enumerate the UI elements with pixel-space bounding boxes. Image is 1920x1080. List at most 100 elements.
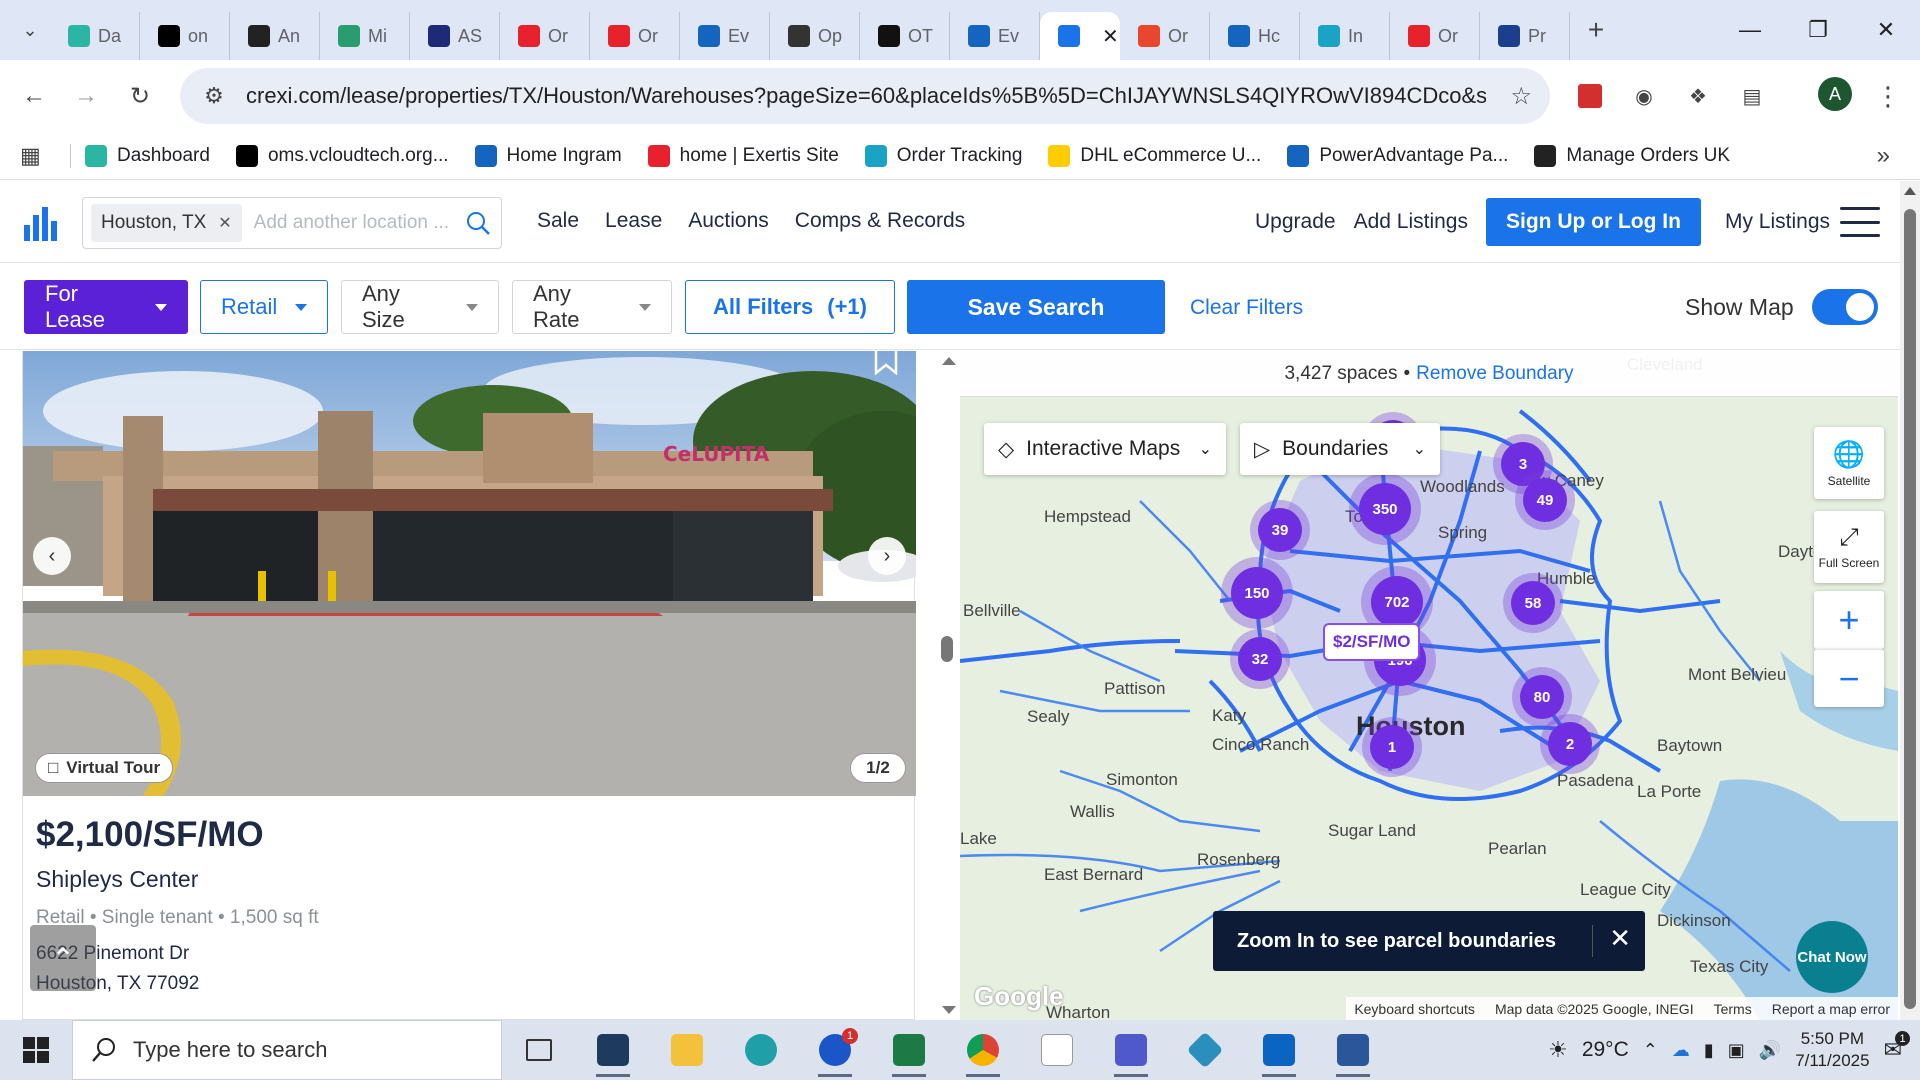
bookmark-item[interactable]: Home Ingram — [474, 144, 622, 167]
remove-boundary-link[interactable]: Remove Boundary — [1416, 363, 1573, 385]
taskbar-search[interactable]: Type here to search — [72, 1020, 502, 1080]
browser-tab[interactable]: Or — [1390, 12, 1480, 60]
map-cluster[interactable]: 58 — [1503, 573, 1563, 633]
location-search-box[interactable]: Houston, TX ✕ — [82, 197, 502, 249]
browser-tab[interactable]: Or — [1120, 12, 1210, 60]
close-toast-icon[interactable]: ✕ — [1609, 923, 1631, 954]
scroll-thumb[interactable] — [941, 636, 953, 662]
map-cluster[interactable]: 350 — [1349, 473, 1421, 545]
forward-icon[interactable]: → — [68, 78, 104, 114]
scroll-up-icon[interactable] — [1904, 187, 1916, 195]
map-cluster[interactable]: 49 — [1515, 470, 1575, 530]
listing-title[interactable]: Shipleys Center — [36, 866, 198, 893]
bookmark-item[interactable]: Dashboard — [85, 144, 210, 167]
rate-dropdown[interactable]: Any Rate — [512, 280, 672, 334]
scroll-to-top-button[interactable]: ⌃ — [30, 925, 96, 991]
windows-start-icon[interactable] — [0, 1020, 72, 1080]
browser-tab[interactable]: Pr — [1480, 12, 1570, 60]
save-search-button[interactable]: Save Search — [907, 280, 1165, 334]
boundaries-dropdown[interactable]: ▷ Boundaries ⌄ — [1240, 423, 1440, 475]
taskbar-clock[interactable]: 5:50 PM 7/11/2025 — [1795, 1028, 1869, 1072]
zoom-out-button[interactable]: − — [1814, 649, 1884, 707]
url-text[interactable]: crexi.com/lease/properties/TX/Houston/Wa… — [246, 83, 1486, 109]
nav-sale[interactable]: Sale — [537, 209, 579, 233]
battery-icon[interactable]: ▮ — [1704, 1040, 1714, 1061]
signup-button[interactable]: Sign Up or Log In — [1485, 198, 1701, 246]
browser-tab[interactable]: on — [140, 12, 230, 60]
page-scrollbar[interactable] — [1900, 181, 1920, 1020]
reload-icon[interactable]: ↻ — [122, 78, 158, 114]
my-listings-link[interactable]: My Listings — [1725, 210, 1830, 234]
chrome-menu-icon[interactable]: ⋮ — [1870, 78, 1906, 114]
browser-tab[interactable]: ✕ — [1040, 12, 1120, 60]
task-view-icon[interactable] — [502, 1020, 576, 1080]
for-lease-dropdown[interactable]: For Lease — [24, 280, 188, 334]
upgrade-link[interactable]: Upgrade — [1255, 210, 1336, 234]
show-map-toggle[interactable] — [1812, 289, 1878, 325]
browser-tab[interactable]: Mi — [320, 12, 410, 60]
notifications-icon[interactable]: ✉ 1 — [1884, 1031, 1910, 1063]
virtual-tour-badge[interactable]: □ Virtual Tour — [35, 753, 174, 783]
puzzle-extension-icon[interactable]: ❖ — [1680, 78, 1716, 114]
bookmark-item[interactable]: home | Exertis Site — [647, 144, 839, 167]
edge-icon[interactable] — [724, 1020, 798, 1080]
notepad-icon[interactable] — [1020, 1020, 1094, 1080]
next-photo-button[interactable]: › — [868, 537, 906, 575]
volume-icon[interactable]: 🔊 — [1759, 1040, 1781, 1061]
map-cluster[interactable]: 2 — [1540, 714, 1600, 774]
scroll-down-icon[interactable] — [942, 1006, 956, 1014]
browser-tab[interactable]: Or — [500, 12, 590, 60]
browser-tab[interactable]: Ev — [950, 12, 1040, 60]
globe-extension-icon[interactable]: ◉ — [1626, 78, 1662, 114]
more-bookmarks-icon[interactable]: » — [1877, 142, 1890, 170]
search-icon[interactable] — [465, 210, 491, 236]
remove-location-icon[interactable]: ✕ — [218, 213, 231, 233]
listing-photo[interactable]: CeLUPITA ‹ › □ Virtual Tour 1/2 — [23, 351, 916, 796]
all-filters-button[interactable]: All Filters (+1) — [685, 280, 895, 334]
new-tab-button[interactable]: + — [1576, 10, 1616, 50]
previous-photo-button[interactable]: ‹ — [33, 537, 71, 575]
bookmark-star-icon[interactable]: ☆ — [1510, 82, 1532, 111]
scroll-up-icon[interactable] — [942, 357, 956, 365]
listing-scrollbar[interactable] — [938, 351, 958, 1020]
save-listing-icon[interactable] — [872, 351, 900, 375]
page-scroll-thumb[interactable] — [1904, 209, 1916, 1009]
nav-comps-records[interactable]: Comps & Records — [795, 209, 965, 233]
teams-icon[interactable] — [1094, 1020, 1168, 1080]
site-info-icon[interactable]: ⚙ — [194, 83, 234, 109]
zoho-icon[interactable]: 1 — [798, 1020, 872, 1080]
clear-filters-link[interactable]: Clear Filters — [1190, 296, 1303, 320]
outlook-icon[interactable] — [1242, 1020, 1316, 1080]
property-type-dropdown[interactable]: Retail — [200, 280, 328, 334]
browser-tab[interactable]: Op — [770, 12, 860, 60]
bookmark-item[interactable]: Manage Orders UK — [1534, 144, 1730, 167]
pdf-extension-icon[interactable] — [1572, 78, 1608, 114]
apps-grid-icon[interactable]: ▦ — [20, 143, 60, 169]
price-pin[interactable]: $2/SF/MO — [1323, 623, 1421, 661]
size-dropdown[interactable]: Any Size — [341, 280, 499, 334]
map-cluster[interactable]: 1 — [1362, 717, 1422, 777]
address-bar[interactable]: ⚙ crexi.com/lease/properties/TX/Houston/… — [180, 68, 1550, 124]
nav-lease[interactable]: Lease — [605, 209, 662, 233]
minimize-icon[interactable]: — — [1716, 0, 1784, 60]
map-cluster[interactable]: 32 — [1230, 629, 1290, 689]
report-map-error-link[interactable]: Report a map error — [1772, 1001, 1890, 1017]
tab-search-icon[interactable]: ⌄ — [10, 10, 50, 50]
location-input[interactable] — [253, 212, 464, 234]
close-window-icon[interactable]: ✕ — [1852, 0, 1920, 60]
weather-temp[interactable]: 29°C — [1582, 1038, 1629, 1062]
bookmark-item[interactable]: Order Tracking — [864, 144, 1022, 167]
terms-link[interactable]: Terms — [1714, 1001, 1752, 1017]
restore-icon[interactable]: ❐ — [1784, 0, 1852, 60]
network-icon[interactable]: ▣ — [1728, 1040, 1745, 1061]
map-cluster[interactable]: 150 — [1221, 557, 1293, 629]
excel-icon[interactable] — [872, 1020, 946, 1080]
browser-tab[interactable]: Or — [590, 12, 680, 60]
app-hexagon-icon[interactable] — [1168, 1020, 1242, 1080]
chrome-icon[interactable] — [946, 1020, 1020, 1080]
bookmark-item[interactable]: oms.vcloudtech.org... — [235, 144, 449, 167]
keyboard-shortcuts-link[interactable]: Keyboard shortcuts — [1354, 1001, 1475, 1017]
close-tab-icon[interactable]: ✕ — [1102, 24, 1119, 49]
browser-tab[interactable]: An — [230, 12, 320, 60]
profile-avatar[interactable]: A — [1818, 77, 1852, 111]
